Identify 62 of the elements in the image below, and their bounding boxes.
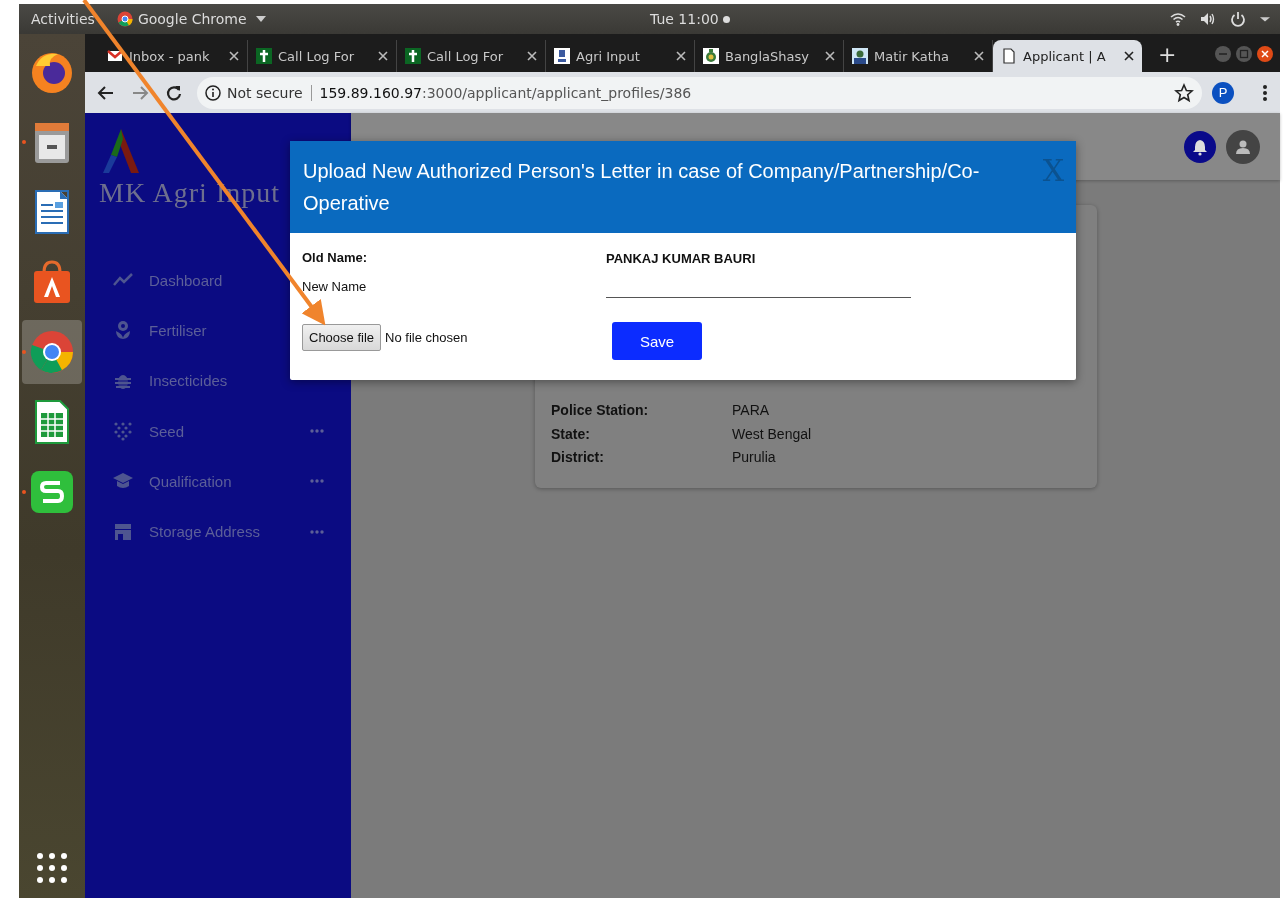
field-value: PANKAJ KUMAR BAURI xyxy=(606,250,757,266)
store-icon xyxy=(113,521,133,542)
choose-file-button[interactable]: Choose file xyxy=(302,323,382,351)
field-label: New Name xyxy=(302,279,368,295)
emblem-icon xyxy=(554,48,570,64)
more-icon[interactable] xyxy=(309,528,325,535)
flower-icon xyxy=(113,320,133,341)
file-status: No file chosen xyxy=(385,329,468,345)
app-menu-label[interactable]: Google Chrome xyxy=(137,11,247,27)
close-icon[interactable] xyxy=(1124,51,1134,61)
notification-dot-icon xyxy=(722,15,730,23)
url-text: 159.89.160.97:3000/applicant/applicant_profiles/386 xyxy=(319,84,692,101)
caret-icon xyxy=(255,16,266,22)
mail-icon xyxy=(107,48,123,64)
seal-icon xyxy=(703,48,719,64)
menu-icon[interactable] xyxy=(1262,83,1268,102)
picture-icon xyxy=(852,48,868,64)
close-icon[interactable] xyxy=(974,51,984,61)
field-label: State: xyxy=(551,425,591,443)
star-icon[interactable] xyxy=(1174,82,1194,103)
scatter-dots-icon xyxy=(113,421,133,442)
cross-icon xyxy=(405,48,421,64)
close-icon[interactable] xyxy=(229,51,239,61)
chrome-icon xyxy=(116,11,133,27)
clock[interactable]: Tue 11:00 xyxy=(650,11,719,27)
back-icon[interactable] xyxy=(97,83,115,102)
more-icon[interactable] xyxy=(309,428,325,435)
user-avatar[interactable] xyxy=(1226,129,1260,164)
cross-icon xyxy=(256,48,272,64)
speaker-icon[interactable] xyxy=(1200,11,1216,27)
field-label: Police Station: xyxy=(551,402,650,420)
address-bar[interactable]: Not secure 159.89.160.97:3000/applicant/applicant_profiles/386 xyxy=(197,76,1202,109)
app-grid-icon[interactable] xyxy=(36,852,68,884)
new-tab-button[interactable]: + xyxy=(1152,41,1183,68)
dialog-title: Upload New Authorized Person's Letter in case of Company/Partnership/Co-Operative xyxy=(303,159,981,216)
info-icon[interactable] xyxy=(205,84,221,101)
close-icon[interactable] xyxy=(825,51,835,61)
wifi-icon[interactable] xyxy=(1170,11,1186,27)
close-icon[interactable] xyxy=(676,51,686,61)
reload-icon[interactable] xyxy=(165,83,183,102)
field-value: Purulia xyxy=(732,449,777,467)
close-icon[interactable] xyxy=(1256,45,1274,63)
profile-avatar[interactable]: P xyxy=(1212,81,1234,104)
power-icon[interactable] xyxy=(1230,11,1246,27)
browser-tab[interactable]: Applicant | A xyxy=(993,40,1142,72)
security-label: Not secure xyxy=(227,84,312,101)
activities-button[interactable]: Activities xyxy=(31,11,95,27)
field-label: Old Name: xyxy=(302,250,368,266)
close-icon[interactable] xyxy=(378,51,388,61)
logo-icon xyxy=(103,129,139,173)
field-value: West Bengal xyxy=(732,425,813,443)
field-label: District: xyxy=(551,449,605,467)
field-value: PARA xyxy=(732,402,771,420)
close-icon[interactable] xyxy=(527,51,537,61)
notification-button[interactable] xyxy=(1184,130,1216,163)
bell-icon xyxy=(1191,137,1209,156)
page-icon xyxy=(1001,48,1017,64)
chrome-icon[interactable] xyxy=(28,328,76,376)
slides-app-icon[interactable] xyxy=(28,468,76,516)
forward-icon[interactable] xyxy=(131,83,149,102)
more-icon[interactable] xyxy=(309,478,325,485)
save-button[interactable]: Save xyxy=(612,322,702,360)
